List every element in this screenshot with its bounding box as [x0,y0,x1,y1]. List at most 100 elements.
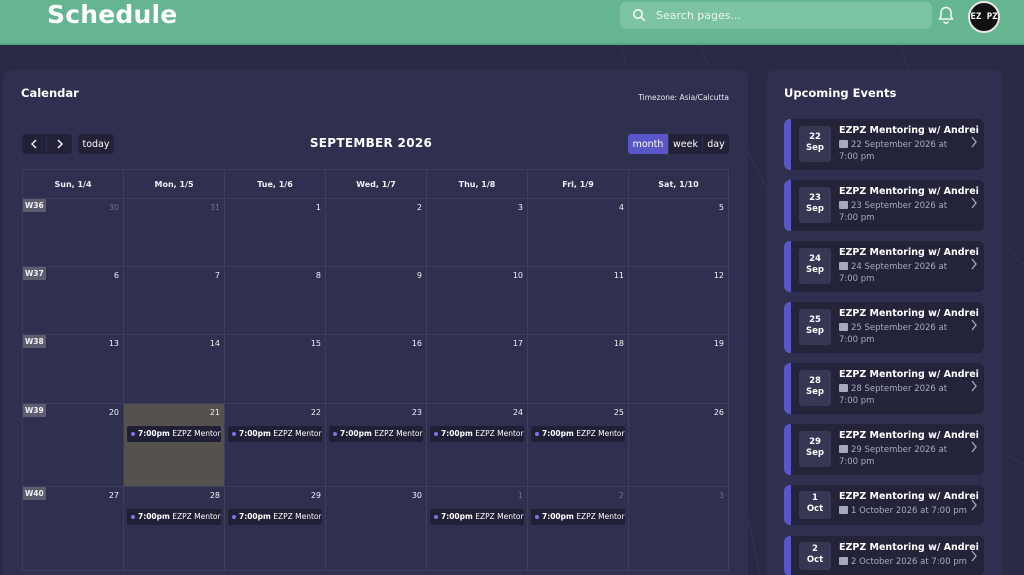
day-cell[interactable]: 22 7:00pm EZPZ Mentor [224,404,325,486]
search-box[interactable] [620,2,932,29]
search-input[interactable] [656,2,926,29]
day-number[interactable]: 13 [109,339,119,348]
day-cell[interactable]: 16 [325,335,426,403]
day-cell[interactable]: W38 13 [22,335,123,403]
day-cell[interactable]: 23 7:00pm EZPZ Mentor [325,404,426,486]
day-cell[interactable]: 30 [325,487,426,570]
day-number[interactable]: 30 [412,491,422,500]
upcoming-event-item[interactable]: 25 Sep EZPZ Mentoring w/ Andrei 25 Septem… [784,302,984,353]
calendar-event[interactable]: 7:00pm EZPZ Mentor [127,509,221,525]
day-number[interactable]: 16 [412,339,422,348]
day-cell[interactable]: 12 [628,267,729,334]
day-number[interactable]: 2 [619,491,624,500]
day-number[interactable]: 11 [614,271,624,280]
avatar[interactable]: EZ PZ [968,1,1000,33]
day-cell[interactable]: W39 20 [22,404,123,486]
upcoming-event-item[interactable]: 23 Sep EZPZ Mentoring w/ Andrei 23 Septem… [784,180,984,231]
day-number[interactable]: 31 [210,203,220,212]
calendar-event[interactable]: 7:00pm EZPZ Mentor [531,509,625,525]
day-number[interactable]: 12 [714,271,724,280]
day-number[interactable]: 29 [311,491,321,500]
day-cell[interactable]: 15 [224,335,325,403]
day-cell[interactable]: 19 [628,335,729,403]
day-number[interactable]: 1 [518,491,523,500]
upcoming-event-item[interactable]: 1 Oct EZPZ Mentoring w/ Andrei 1 October … [784,485,984,525]
day-cell[interactable]: 1 7:00pm EZPZ Mentor [426,487,527,570]
day-cell[interactable]: 5 [628,199,729,266]
day-cell[interactable]: 10 [426,267,527,334]
calendar-event[interactable]: 7:00pm EZPZ Mentor [430,426,524,442]
day-number[interactable]: 25 [614,408,624,417]
day-cell[interactable]: 2 [325,199,426,266]
week-number[interactable]: W36 [23,199,46,212]
day-number[interactable]: 9 [417,271,422,280]
day-cell[interactable]: 8 [224,267,325,334]
day-cell[interactable]: 24 7:00pm EZPZ Mentor [426,404,527,486]
upcoming-event-item[interactable]: 22 Sep EZPZ Mentoring w/ Andrei 22 Septem… [784,119,984,170]
day-cell[interactable]: 3 [628,487,729,570]
day-cell[interactable]: 1 [224,199,325,266]
week-number[interactable]: W39 [23,404,46,417]
day-cell[interactable]: 18 [527,335,628,403]
day-cell[interactable]: 14 [123,335,224,403]
day-number[interactable]: 18 [614,339,624,348]
day-cell-today[interactable]: 21 7:00pm EZPZ Mentor [123,404,224,486]
view-week-button[interactable]: week [669,134,702,154]
day-number[interactable]: 28 [210,491,220,500]
day-number[interactable]: 27 [109,491,119,500]
upcoming-event-item[interactable]: 2 Oct EZPZ Mentoring w/ Andrei 2 October … [784,536,984,575]
day-number[interactable]: 8 [316,271,321,280]
day-number[interactable]: 20 [109,408,119,417]
day-cell[interactable]: 7 [123,267,224,334]
day-cell[interactable]: 26 [628,404,729,486]
day-number[interactable]: 5 [719,203,724,212]
day-cell[interactable]: 29 7:00pm EZPZ Mentor [224,487,325,570]
day-number[interactable]: 10 [513,271,523,280]
day-number[interactable]: 21 [210,408,220,417]
day-number[interactable]: 19 [714,339,724,348]
day-number[interactable]: 24 [513,408,523,417]
day-cell[interactable]: 25 7:00pm EZPZ Mentor [527,404,628,486]
day-cell[interactable]: 31 [123,199,224,266]
day-number[interactable]: 3 [518,203,523,212]
upcoming-event-item[interactable]: 24 Sep EZPZ Mentoring w/ Andrei 24 Septem… [784,241,984,292]
day-cell[interactable]: 4 [527,199,628,266]
view-day-button[interactable]: day [703,134,729,154]
day-number[interactable]: 7 [215,271,220,280]
calendar-event[interactable]: 7:00pm EZPZ Mentor [127,426,221,442]
day-number[interactable]: 22 [311,408,321,417]
day-number[interactable]: 6 [114,271,119,280]
day-number[interactable]: 26 [714,408,724,417]
day-number[interactable]: 2 [417,203,422,212]
day-cell[interactable]: 2 7:00pm EZPZ Mentor [527,487,628,570]
calendar-event[interactable]: 7:00pm EZPZ Mentor [430,509,524,525]
day-number[interactable]: 15 [311,339,321,348]
bell-icon[interactable] [936,5,956,25]
week-number[interactable]: W38 [23,335,46,348]
day-number[interactable]: 3 [719,491,724,500]
view-month-button[interactable]: month [628,134,668,154]
day-number[interactable]: 23 [412,408,422,417]
week-number[interactable]: W37 [23,267,46,280]
next-month-button[interactable] [47,134,72,154]
day-number[interactable]: 17 [513,339,523,348]
day-cell[interactable]: 17 [426,335,527,403]
day-cell[interactable]: 11 [527,267,628,334]
upcoming-event-item[interactable]: 29 Sep EZPZ Mentoring w/ Andrei 29 Septem… [784,424,984,475]
calendar-event[interactable]: 7:00pm EZPZ Mentor [329,426,423,442]
calendar-event[interactable]: 7:00pm EZPZ Mentor [531,426,625,442]
week-number[interactable]: W40 [23,487,46,500]
day-number[interactable]: 4 [619,203,624,212]
prev-month-button[interactable] [22,134,46,154]
calendar-event[interactable]: 7:00pm EZPZ Mentor [228,426,322,442]
day-cell[interactable]: W36 30 [22,199,123,266]
today-button[interactable]: today [78,134,114,154]
calendar-event[interactable]: 7:00pm EZPZ Mentor [228,509,322,525]
day-cell[interactable]: W37 6 [22,267,123,334]
day-cell[interactable]: 3 [426,199,527,266]
upcoming-event-item[interactable]: 28 Sep EZPZ Mentoring w/ Andrei 28 Septem… [784,363,984,414]
day-number[interactable]: 1 [316,203,321,212]
day-number[interactable]: 14 [210,339,220,348]
day-number[interactable]: 30 [109,203,119,212]
day-cell[interactable]: 28 7:00pm EZPZ Mentor [123,487,224,570]
